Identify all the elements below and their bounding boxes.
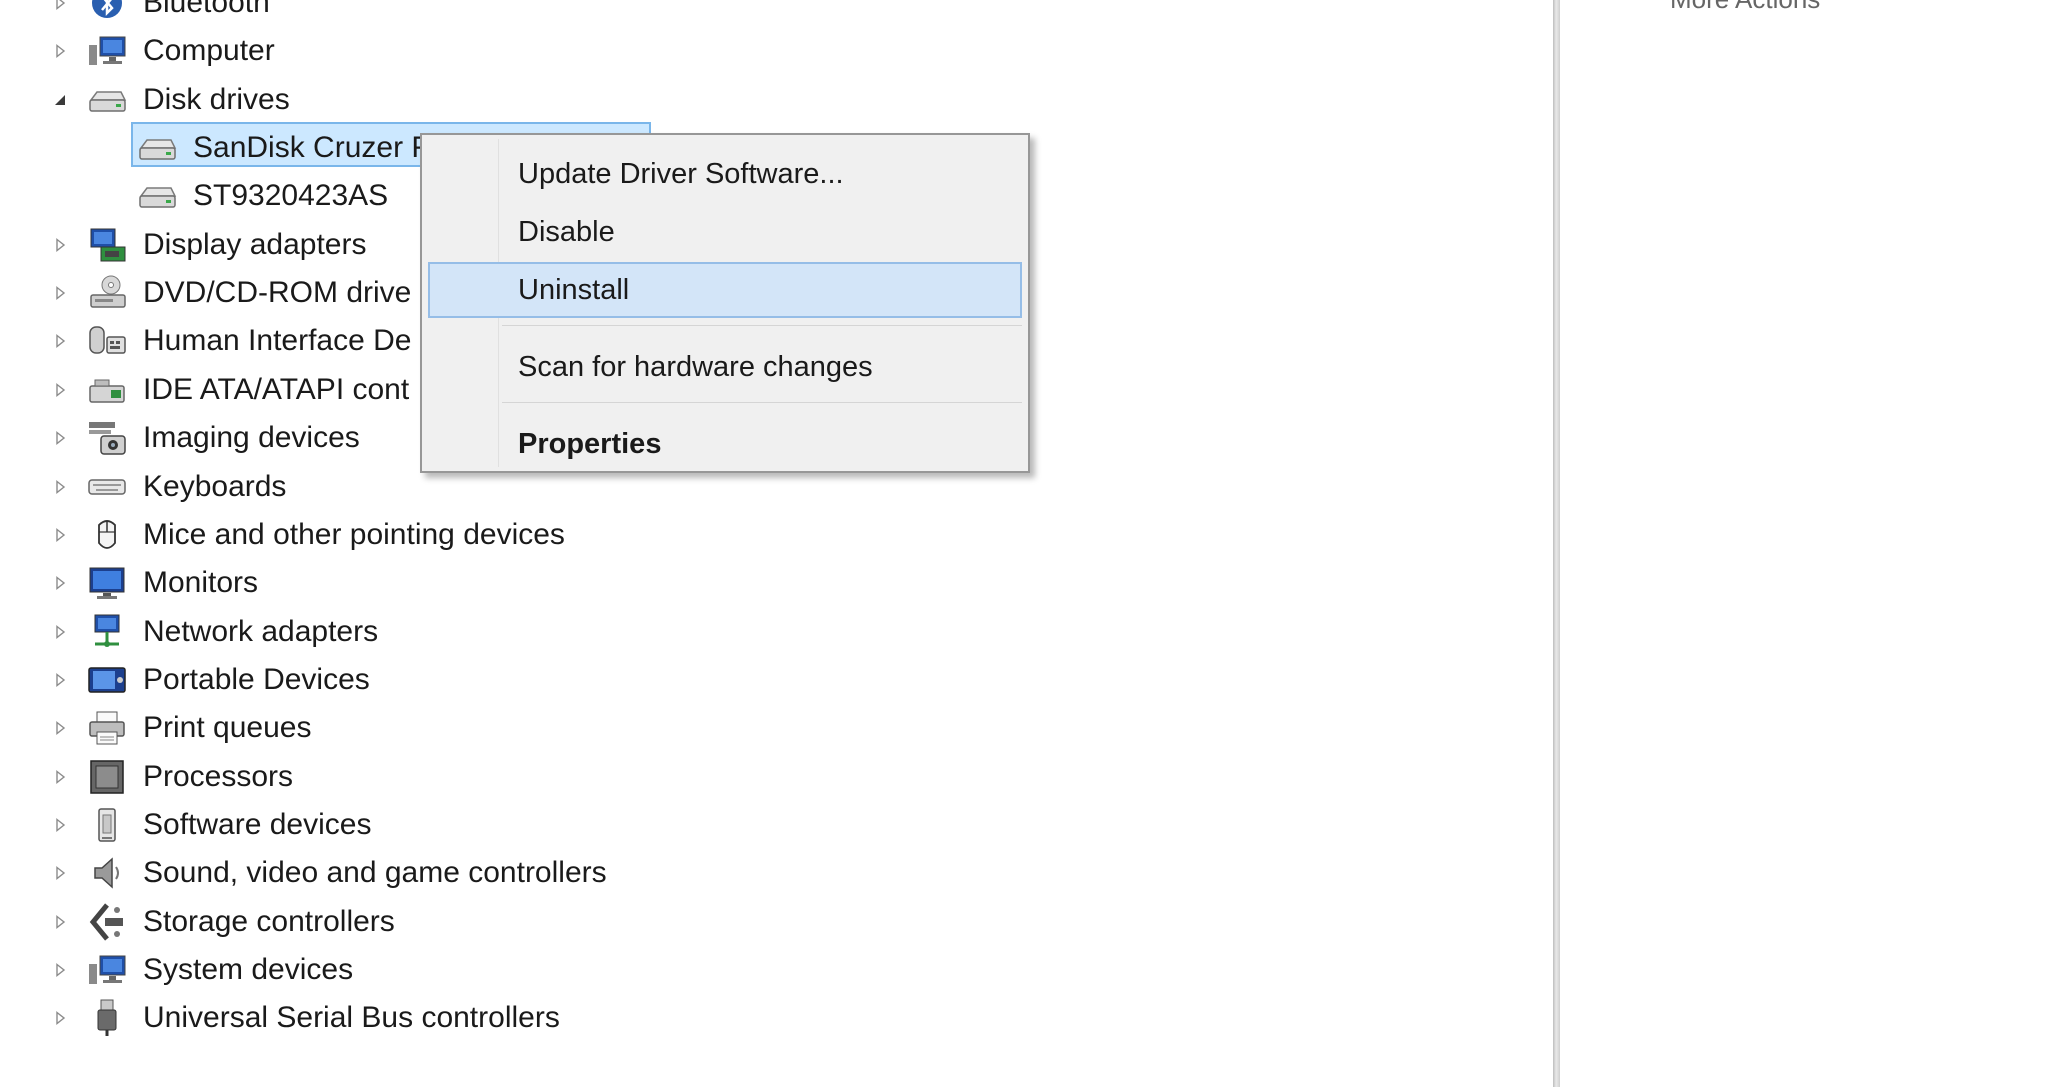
computer-icon <box>87 31 127 71</box>
pane-splitter[interactable] <box>1553 0 1560 1087</box>
tree-item-dvd-cd-rom-drive[interactable]: DVD/CD-ROM drive <box>143 271 411 315</box>
display-adapter-icon <box>87 225 127 265</box>
disk-drive-icon <box>87 80 127 120</box>
expand-arrow-icon[interactable] <box>53 286 67 301</box>
keyboard-icon <box>87 467 127 507</box>
expand-arrow-icon[interactable] <box>53 963 67 977</box>
tree-item-display-adapters[interactable]: Display adapters <box>143 223 366 267</box>
tree-item-keyboards[interactable]: Keyboards <box>143 465 286 509</box>
expand-arrow-icon[interactable] <box>53 624 67 639</box>
tree-item-portable-devices[interactable]: Portable Devices <box>143 658 370 702</box>
tree-item-ide-ata-atapi-cont[interactable]: IDE ATA/ATAPI cont <box>143 368 409 412</box>
collapse-arrow-icon[interactable] <box>53 93 67 107</box>
actions-pane: More Actions <box>1560 0 2048 1087</box>
expand-arrow-icon[interactable] <box>53 769 67 784</box>
tree-item-computer[interactable]: Computer <box>143 29 275 73</box>
context-menu: Update Driver Software... Disable Uninstal… <box>420 133 1030 473</box>
menu-separator <box>502 402 1022 403</box>
expand-arrow-icon[interactable] <box>53 527 67 542</box>
menu-item-label: Properties <box>518 428 662 460</box>
tree-item-sandisk-cruzer-f[interactable]: SanDisk Cruzer F <box>193 126 430 170</box>
tree-item-disk-drives[interactable]: Disk drives <box>143 78 290 122</box>
menu-item-scan-for-hardware-changes[interactable]: Scan for hardware changes <box>428 339 1022 395</box>
disk-drive-icon <box>137 176 177 216</box>
expand-arrow-icon[interactable] <box>53 914 67 929</box>
dvd-drive-icon <box>87 273 127 313</box>
bluetooth-icon <box>87 0 127 23</box>
menu-item-label: Disable <box>518 216 615 248</box>
tree-item-software-devices[interactable]: Software devices <box>143 803 371 847</box>
menu-item-label: Uninstall <box>518 274 630 306</box>
tree-item-universal-serial-bus-controllers[interactable]: Universal Serial Bus controllers <box>143 996 560 1040</box>
actions-pane-cut-text: More Actions <box>1670 0 1820 15</box>
menu-item-update-driver-software[interactable]: Update Driver Software... <box>428 146 1022 202</box>
expand-arrow-icon[interactable] <box>53 382 67 397</box>
processor-icon <box>87 757 127 797</box>
expand-arrow-icon[interactable] <box>53 431 67 446</box>
tree-item-network-adapters[interactable]: Network adapters <box>143 610 378 654</box>
menu-item-uninstall[interactable]: Uninstall <box>428 262 1022 318</box>
printer-icon <box>87 708 127 748</box>
disk-drive-icon <box>137 128 177 168</box>
tree-item-bluetooth[interactable]: Bluetooth <box>143 0 270 25</box>
tree-item-imaging-devices[interactable]: Imaging devices <box>143 416 360 460</box>
tree-item-processors[interactable]: Processors <box>143 755 293 799</box>
speaker-icon <box>87 853 127 893</box>
ide-controller-icon <box>87 370 127 410</box>
menu-separator <box>502 325 1022 326</box>
storage-controller-icon <box>87 902 127 942</box>
expand-arrow-icon[interactable] <box>53 0 67 10</box>
menu-item-label: Update Driver Software... <box>518 158 844 190</box>
expand-arrow-icon[interactable] <box>53 576 67 591</box>
expand-arrow-icon[interactable] <box>53 479 67 494</box>
tree-item-st9320423as[interactable]: ST9320423AS <box>193 174 388 218</box>
imaging-device-icon <box>87 418 127 458</box>
expand-arrow-icon[interactable] <box>53 817 67 832</box>
hid-icon <box>87 321 127 361</box>
expand-arrow-icon[interactable] <box>53 334 67 349</box>
expand-arrow-icon[interactable] <box>53 237 67 252</box>
tree-item-human-interface-de[interactable]: Human Interface De <box>143 319 411 363</box>
tree-item-monitors[interactable]: Monitors <box>143 561 258 605</box>
expand-arrow-icon[interactable] <box>53 1011 67 1026</box>
tree-item-storage-controllers[interactable]: Storage controllers <box>143 900 395 944</box>
tree-item-print-queues[interactable]: Print queues <box>143 706 311 750</box>
mouse-icon <box>87 515 127 555</box>
network-adapter-icon <box>87 612 127 652</box>
portable-device-icon <box>87 660 127 700</box>
usb-icon <box>87 998 127 1038</box>
menu-item-properties[interactable]: Properties <box>428 416 1022 472</box>
system-device-icon <box>87 950 127 990</box>
expand-arrow-icon[interactable] <box>53 866 67 881</box>
menu-item-disable[interactable]: Disable <box>428 204 1022 260</box>
tree-item-system-devices[interactable]: System devices <box>143 948 353 992</box>
tree-item-sound-video-and-game-controllers[interactable]: Sound, video and game controllers <box>143 851 607 895</box>
software-device-icon <box>87 805 127 845</box>
tree-item-mice-and-other-pointing-devices[interactable]: Mice and other pointing devices <box>143 513 565 557</box>
menu-item-label: Scan for hardware changes <box>518 351 873 383</box>
expand-arrow-icon[interactable] <box>53 672 67 687</box>
expand-arrow-icon[interactable] <box>53 721 67 736</box>
expand-arrow-icon[interactable] <box>53 44 67 59</box>
monitor-icon <box>87 563 127 603</box>
